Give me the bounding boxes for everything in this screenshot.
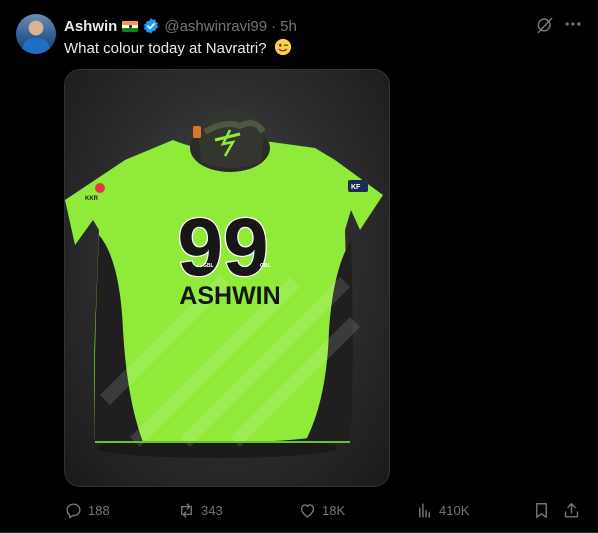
verified-badge-icon[interactable] — [142, 17, 160, 35]
winking-face-emoji — [274, 38, 291, 56]
separator-dot: · — [271, 17, 277, 35]
svg-text:GBL: GBL — [203, 263, 214, 269]
bookmark-button[interactable] — [532, 498, 551, 522]
analytics-icon — [419, 502, 430, 518]
like-button[interactable]: 18K — [298, 498, 345, 522]
bookmark-icon — [536, 502, 547, 518]
jersey-photo: KKR KF 99 GBL GBL ASHWIN — [65, 109, 383, 458]
india-flag-icon — [122, 20, 139, 32]
tweet-image[interactable]: KKR KF 99 GBL GBL ASHWIN — [64, 69, 390, 487]
reply-button[interactable]: 188 — [64, 498, 110, 522]
share-button[interactable] — [562, 498, 581, 522]
views-count: 410K — [439, 502, 470, 518]
heart-icon — [300, 503, 315, 518]
grok-icon[interactable] — [535, 15, 555, 35]
tweet-text-content: What colour today at Navratri? — [64, 40, 267, 57]
timestamp[interactable]: 5h — [280, 18, 297, 35]
author-name[interactable]: Ashwin — [64, 18, 117, 35]
author-handle[interactable]: @ashwinravi99 — [164, 18, 267, 35]
more-options-icon[interactable] — [563, 14, 583, 34]
tweet-text: What colour today at Navratri? — [64, 38, 292, 59]
tweet-header: Ashwin @ashwinravi99 · 5h — [64, 16, 297, 36]
share-icon — [564, 502, 579, 518]
retweet-button[interactable]: 343 — [177, 498, 223, 522]
svg-text:GBL: GBL — [260, 263, 271, 269]
tweet[interactable]: Ashwin @ashwinravi99 · 5h What colour to… — [0, 0, 598, 533]
action-bar: 188 343 18K 410K — [64, 498, 590, 522]
like-count: 18K — [322, 502, 346, 518]
jersey-number: 99 — [177, 202, 268, 293]
avatar[interactable] — [16, 14, 56, 54]
reply-icon — [66, 502, 81, 518]
retweet-icon — [181, 502, 192, 518]
svg-text:KKR: KKR — [85, 196, 99, 202]
retweet-count: 343 — [201, 502, 223, 518]
views-button[interactable]: 410K — [415, 498, 469, 522]
reply-count: 188 — [88, 502, 110, 518]
svg-text:KF: KF — [351, 184, 361, 191]
jersey-name: ASHWIN — [179, 282, 280, 310]
avatar-shirt — [22, 38, 50, 54]
